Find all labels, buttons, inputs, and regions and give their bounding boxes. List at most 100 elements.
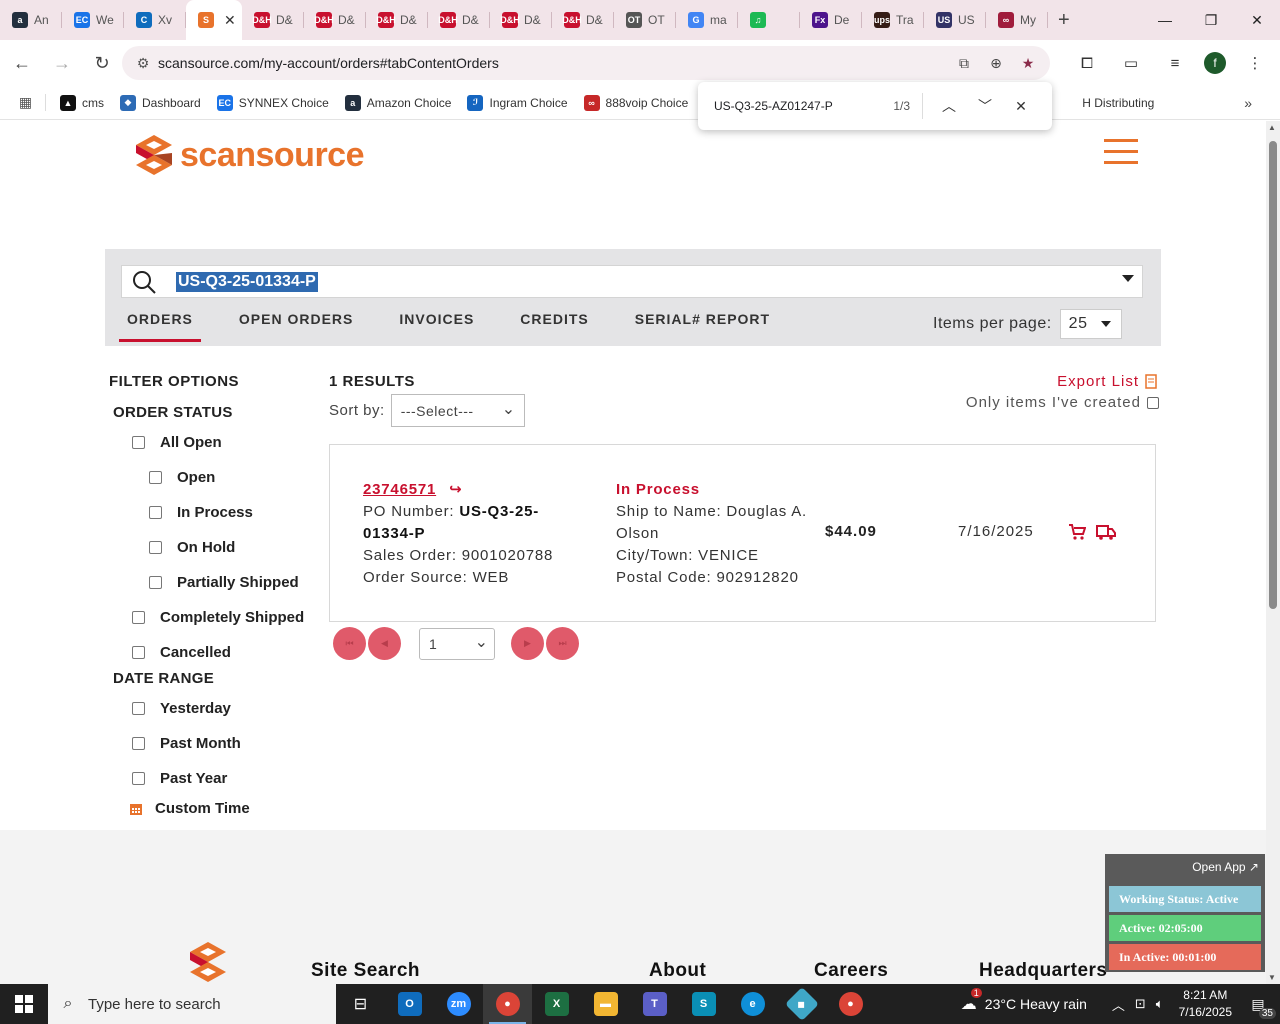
volume-icon[interactable]: 🔈︎ xyxy=(1156,996,1164,1012)
tracking-truck-icon[interactable] xyxy=(1096,523,1116,541)
network-icon[interactable]: ⊡ xyxy=(1135,996,1146,1012)
order-status-option[interactable]: Completely Shipped xyxy=(109,600,324,635)
footer-careers[interactable]: Careers xyxy=(814,960,888,982)
reload-icon[interactable]: ↻ xyxy=(84,45,120,81)
date-range-option[interactable]: Yesterday xyxy=(109,691,324,726)
outlook-icon[interactable]: O xyxy=(385,984,434,1024)
browser-tab[interactable]: OT OT xyxy=(614,0,676,40)
zoom-app-icon[interactable]: zm xyxy=(434,984,483,1024)
new-tab-icon[interactable]: + xyxy=(1058,9,1070,32)
tab-close-icon[interactable]: ✕ xyxy=(224,12,236,29)
scansource-logo[interactable]: scansource xyxy=(134,133,365,177)
order-status-option[interactable]: Cancelled xyxy=(109,635,324,670)
order-status-option[interactable]: On Hold xyxy=(109,530,324,565)
browser-tab[interactable]: Gma xyxy=(676,0,738,40)
first-page-button[interactable]: ⏮ xyxy=(333,627,366,660)
order-status-option[interactable]: Open xyxy=(109,460,324,495)
status-checkbox[interactable] xyxy=(149,541,162,554)
scriptcase-icon[interactable]: S xyxy=(679,984,728,1024)
order-status-option[interactable]: Partially Shipped xyxy=(109,565,324,600)
zoom-icon[interactable]: ⊕ xyxy=(984,51,1008,75)
chrome-profile-icon[interactable]: ● xyxy=(826,984,875,1024)
search-value[interactable]: US-Q3-25-01334-P xyxy=(176,271,318,292)
site-info-icon[interactable]: ⚙ xyxy=(128,55,158,72)
tray-overflow-icon[interactable]: ︿ xyxy=(1112,995,1125,1014)
profile-avatar[interactable]: f xyxy=(1204,52,1226,74)
next-page-button[interactable]: ▶ xyxy=(511,627,544,660)
browser-tab[interactable]: ups Tra xyxy=(862,0,924,40)
date-checkbox[interactable] xyxy=(132,737,145,750)
status-checkbox[interactable] xyxy=(132,646,145,659)
status-checkbox[interactable] xyxy=(149,471,162,484)
apps-grid-icon[interactable]: ▦ xyxy=(6,94,46,111)
footer-site-search[interactable]: Site Search xyxy=(311,960,420,982)
close-window-icon[interactable]: ✕ xyxy=(1234,0,1280,40)
browser-tab[interactable]: D&H D& xyxy=(552,0,614,40)
bookmark-item[interactable]: EC SYNNEX Choice xyxy=(216,94,329,111)
find-next-icon[interactable]: ﹀ xyxy=(967,96,1003,116)
tab-invoices[interactable]: INVOICES xyxy=(399,311,474,327)
export-list-link[interactable]: Export List xyxy=(1057,373,1159,390)
date-range-option[interactable]: Past Year xyxy=(109,761,324,796)
chrome-icon[interactable]: ● xyxy=(483,984,532,1024)
minimize-icon[interactable]: — xyxy=(1142,0,1188,40)
hamburger-menu-icon[interactable] xyxy=(1104,139,1138,172)
scroll-up-icon[interactable]: ▲ xyxy=(1268,123,1276,132)
clock[interactable]: 8:21 AM 7/16/2025 xyxy=(1179,987,1232,1021)
browser-tab[interactable]: D&H D& xyxy=(304,0,366,40)
footer-about[interactable]: About xyxy=(649,960,706,982)
share-order-icon[interactable]: ↪ xyxy=(449,481,462,498)
open-app-link[interactable]: Open App ↗ xyxy=(1192,860,1259,874)
browser-tab[interactable]: EC We xyxy=(62,0,124,40)
find-prev-icon[interactable]: ︿ xyxy=(931,96,967,116)
prev-page-button[interactable]: ◀ xyxy=(368,627,401,660)
media-icon[interactable]: ≡ xyxy=(1160,48,1190,78)
status-checkbox[interactable] xyxy=(132,436,145,449)
page-select[interactable]: 1 xyxy=(419,627,495,660)
order-status-option[interactable]: All Open xyxy=(109,425,324,460)
bookmark-item[interactable]: ∞ 888voip Choice xyxy=(583,94,688,111)
excel-icon[interactable]: X xyxy=(532,984,581,1024)
date-range-option[interactable]: Past Month xyxy=(109,726,324,761)
browser-tab[interactable]: D&H D& xyxy=(428,0,490,40)
extensions-icon[interactable]: ⧠ xyxy=(1072,48,1102,78)
last-page-button[interactable]: ⏭ xyxy=(546,627,579,660)
search-dropdown-icon[interactable] xyxy=(1122,275,1134,282)
edge-icon[interactable]: e xyxy=(728,984,777,1024)
browser-tab[interactable]: D&H D& xyxy=(242,0,304,40)
browser-tab[interactable]: D&H D& xyxy=(366,0,428,40)
bookmark-star-icon[interactable]: ★ xyxy=(1016,51,1040,75)
file-explorer-icon[interactable]: ▬ xyxy=(581,984,630,1024)
custom-time-filter[interactable]: Custom Time xyxy=(129,796,324,821)
scrollbar-thumb[interactable] xyxy=(1269,141,1277,609)
bookmark-item[interactable]: ◆ Dashboard xyxy=(120,94,201,111)
teams-icon[interactable]: T xyxy=(630,984,679,1024)
only-mine-checkbox[interactable] xyxy=(1147,396,1159,409)
reorder-cart-icon[interactable] xyxy=(1068,523,1086,541)
restore-icon[interactable]: ❐ xyxy=(1188,0,1234,40)
cast-icon[interactable]: ▭ xyxy=(1116,48,1146,78)
notification-icon[interactable]: ▤ 35 xyxy=(1244,996,1276,1019)
menu-kebab-icon[interactable]: ⋮ xyxy=(1240,48,1270,78)
weather-widget[interactable]: ☁ 1 23°C Heavy rain xyxy=(961,988,1087,1014)
order-status-option[interactable]: In Process xyxy=(109,495,324,530)
search-icon[interactable] xyxy=(122,270,166,294)
items-per-page-select[interactable]: 25 xyxy=(1059,309,1122,339)
bookmarks-overflow-icon[interactable]: » xyxy=(1244,95,1252,111)
browser-tab[interactable]: Fx De xyxy=(800,0,862,40)
page-search-icon[interactable]: ⧉ xyxy=(952,51,976,75)
forward-icon[interactable]: → xyxy=(44,45,80,81)
bookmark-item[interactable]: a Amazon Choice xyxy=(344,94,451,111)
app-diamond-icon[interactable]: ◆ xyxy=(777,984,826,1024)
taskbar-search[interactable]: ⌕ Type here to search xyxy=(48,984,336,1024)
tab-serial-report[interactable]: SERIAL# REPORT xyxy=(635,311,770,327)
tab-credits[interactable]: CREDITS xyxy=(520,311,588,327)
browser-tab[interactable]: S ✕ xyxy=(186,0,242,40)
order-number-link[interactable]: 23746571 xyxy=(363,479,436,501)
status-checkbox[interactable] xyxy=(149,576,162,589)
order-search-input[interactable]: US-Q3-25-01334-P xyxy=(121,265,1143,298)
sort-select[interactable]: ---Select--- xyxy=(390,394,525,427)
task-view-icon[interactable]: ⊟ xyxy=(336,984,385,1024)
address-bar[interactable]: ⚙ scansource.com/my-account/orders#tabCo… xyxy=(122,46,1050,80)
page-scrollbar[interactable]: ▲ ▼ xyxy=(1266,121,1280,984)
